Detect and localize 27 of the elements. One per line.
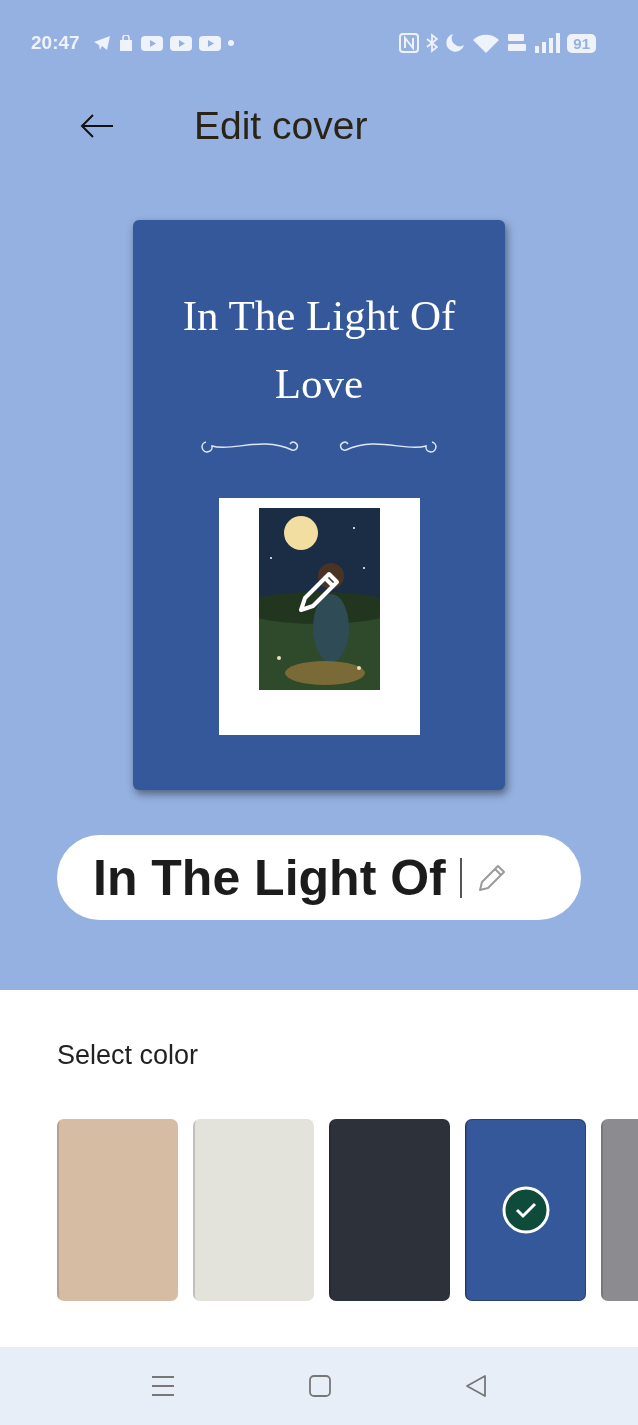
battery-indicator: 91 bbox=[567, 33, 596, 53]
color-swatch[interactable] bbox=[465, 1119, 586, 1301]
nfc-icon bbox=[399, 33, 420, 53]
dot-icon bbox=[227, 40, 234, 46]
cover-title: In The Light Of Love bbox=[181, 291, 457, 409]
back-icon[interactable] bbox=[465, 1375, 487, 1397]
back-button[interactable] bbox=[80, 113, 114, 139]
paper-plane-icon bbox=[92, 35, 111, 51]
back-arrow-icon bbox=[80, 113, 114, 139]
shopping-bag-icon bbox=[117, 34, 134, 52]
section-label: Select color bbox=[57, 1040, 200, 1071]
title-input-field[interactable]: In The Light Of bbox=[57, 835, 581, 920]
color-swatch[interactable] bbox=[329, 1119, 450, 1301]
signal-icon bbox=[534, 32, 561, 54]
bluetooth-icon bbox=[426, 33, 439, 53]
check-icon bbox=[501, 1186, 550, 1234]
wifi-icon bbox=[472, 33, 501, 53]
video-play-icon bbox=[140, 35, 163, 51]
video-play-icon bbox=[198, 35, 221, 51]
page-title: Edit cover bbox=[194, 104, 368, 148]
moon-icon bbox=[445, 33, 466, 53]
color-swatch[interactable] bbox=[57, 1119, 178, 1301]
menu-icon[interactable] bbox=[151, 1375, 175, 1397]
color-swatch[interactable] bbox=[193, 1119, 314, 1301]
home-icon[interactable] bbox=[309, 1375, 331, 1397]
video-play-icon bbox=[169, 35, 192, 51]
status-time: 20:47 bbox=[31, 32, 80, 54]
